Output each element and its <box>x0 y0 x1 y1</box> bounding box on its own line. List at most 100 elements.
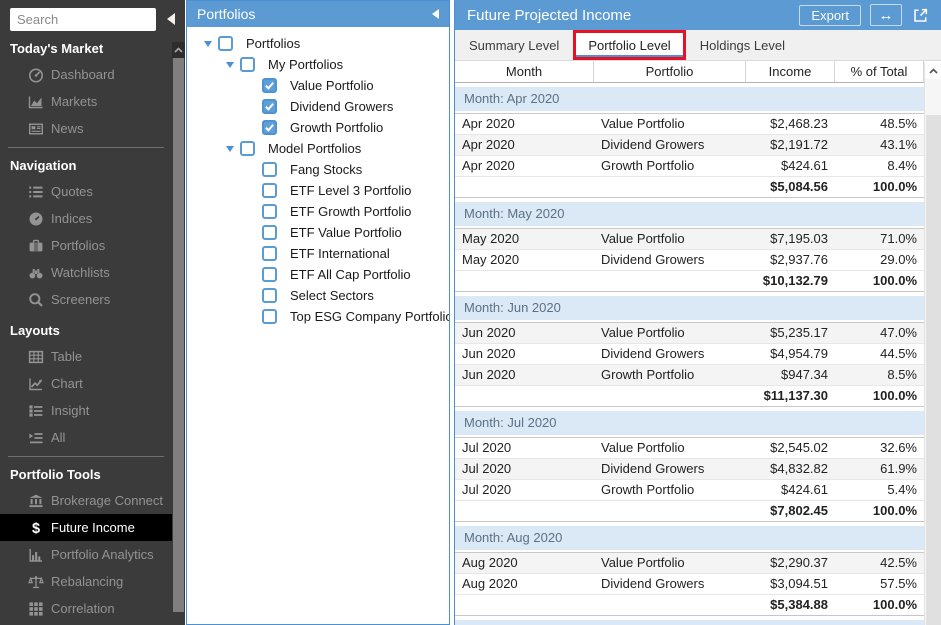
table-row[interactable]: Jun 2020 Dividend Growers $4,954.79 44.5% <box>455 344 924 365</box>
tree-item-growth-portfolio[interactable]: Growth Portfolio <box>187 117 449 138</box>
scrollbar-thumb[interactable] <box>173 58 184 612</box>
tree-item-etf-level-3-portfolio[interactable]: ETF Level 3 Portfolio <box>187 180 449 201</box>
checkbox-unchecked[interactable] <box>262 267 277 282</box>
panel-collapse-button[interactable] <box>432 9 439 19</box>
tree-item-etf-value-portfolio[interactable]: ETF Value Portfolio <box>187 222 449 243</box>
checkbox-unchecked[interactable] <box>262 246 277 261</box>
checkbox-unchecked[interactable] <box>262 204 277 219</box>
sidebar-item-table[interactable]: Table <box>0 343 172 370</box>
sidebar: Today's Market Dashboard Markets News Naviga… <box>0 0 172 625</box>
tree-item-etf-growth-portfolio[interactable]: ETF Growth Portfolio <box>187 201 449 222</box>
checkbox-checked[interactable] <box>262 78 277 93</box>
column-header-portfolio[interactable]: Portfolio <box>594 61 746 82</box>
cell-total-income: $5,384.88 <box>770 597 828 612</box>
export-button[interactable]: Export <box>799 4 861 26</box>
sidebar-item-label: Indices <box>51 211 93 226</box>
checkbox-checked[interactable] <box>262 99 277 114</box>
resize-button[interactable]: ↔ <box>870 4 902 26</box>
table-scrollbar[interactable] <box>924 62 941 625</box>
scrollbar-thumb[interactable] <box>926 115 941 625</box>
sidebar-item-chart[interactable]: Chart <box>0 370 172 397</box>
sidebar-item-insight[interactable]: Insight <box>0 397 172 424</box>
checkbox-unchecked[interactable] <box>262 183 277 198</box>
tree-item-fang-stocks[interactable]: Fang Stocks <box>187 159 449 180</box>
tab-summary-level[interactable]: Summary Level <box>455 30 573 60</box>
column-header-pct-of-total[interactable]: % of Total <box>835 61 924 82</box>
tree-item-dividend-growers[interactable]: Dividend Growers <box>187 96 449 117</box>
table-row[interactable]: Apr 2020 Value Portfolio $2,468.23 48.5% <box>455 114 924 135</box>
sidebar-item-label: Watchlists <box>51 265 110 280</box>
table-row[interactable]: Jul 2020 Growth Portfolio $424.61 5.4% <box>455 480 924 501</box>
expander-down-icon[interactable] <box>197 40 218 47</box>
table-row[interactable]: Aug 2020 Value Portfolio $2,290.37 42.5% <box>455 553 924 574</box>
sidebar-item-correlation[interactable]: Correlation <box>0 595 172 622</box>
sidebar-item-news[interactable]: News <box>0 115 172 142</box>
search-input[interactable] <box>10 8 156 31</box>
tree-item-my-portfolios[interactable]: My Portfolios <box>187 54 449 75</box>
table-row[interactable]: Apr 2020 Growth Portfolio $424.61 8.4% <box>455 156 924 177</box>
tree-item-top-esg-company-portfolio[interactable]: Top ESG Company Portfolio <box>187 306 449 327</box>
sidebar-item-label: All <box>51 430 66 445</box>
group-total-row: $5,384.88 100.0% <box>455 595 924 616</box>
sidebar-scrollbar[interactable] <box>172 0 185 625</box>
table-row[interactable]: Jun 2020 Growth Portfolio $947.34 8.5% <box>455 365 924 386</box>
checkbox-unchecked[interactable] <box>262 225 277 240</box>
cell-total-income: $10,132.79 <box>762 273 828 288</box>
cell-month: Apr 2020 <box>462 116 515 131</box>
tree-item-select-sectors[interactable]: Select Sectors <box>187 285 449 306</box>
sidebar-item-screeners[interactable]: Screeners <box>0 286 172 313</box>
sidebar-collapse-button[interactable] <box>165 12 177 26</box>
tree-item-portfolios[interactable]: Portfolios <box>187 33 449 54</box>
sidebar-item-portfolios[interactable]: Portfolios <box>0 232 172 259</box>
popout-button[interactable] <box>912 7 929 24</box>
table-row[interactable]: Jul 2020 Dividend Growers $4,832.82 61.9% <box>455 459 924 480</box>
sidebar-item-markets[interactable]: Markets <box>0 88 172 115</box>
sidebar-item-future-income[interactable]: $ Future Income <box>0 514 172 541</box>
tree-item-value-portfolio[interactable]: Value Portfolio <box>187 75 449 96</box>
sidebar-item-brokerage-connect[interactable]: Brokerage Connect <box>0 487 172 514</box>
table-row[interactable]: Apr 2020 Dividend Growers $2,191.72 43.1% <box>455 135 924 156</box>
scroll-up-button[interactable] <box>925 62 941 79</box>
checkbox-unchecked[interactable] <box>262 309 277 324</box>
magnifier-icon <box>27 291 44 308</box>
table-row[interactable]: May 2020 Value Portfolio $7,195.03 71.0% <box>455 229 924 250</box>
sidebar-item-dashboard[interactable]: Dashboard <box>0 61 172 88</box>
tree-item-etf-all-cap-portfolio[interactable]: ETF All Cap Portfolio <box>187 264 449 285</box>
sidebar-item-watchlists[interactable]: Watchlists <box>0 259 172 286</box>
sidebar-item-quotes[interactable]: Quotes <box>0 178 172 205</box>
sidebar-item-portfolio-analytics[interactable]: Portfolio Analytics <box>0 541 172 568</box>
sidebar-item-indices[interactable]: Indices <box>0 205 172 232</box>
group-rows: May 2020 Value Portfolio $7,195.03 71.0% May… <box>455 228 924 292</box>
table-row[interactable]: May 2020 Dividend Growers $2,937.76 29.0% <box>455 250 924 271</box>
scroll-up-button[interactable] <box>172 42 185 58</box>
sidebar-sections: Today's Market Dashboard Markets News Naviga… <box>0 41 172 622</box>
tab-portfolio-level[interactable]: Portfolio Level <box>573 30 686 60</box>
column-header-income[interactable]: Income <box>746 61 835 82</box>
cell-pct-of-total: 43.1% <box>880 137 917 152</box>
checkbox-unchecked[interactable] <box>262 162 277 177</box>
checkbox-unchecked[interactable] <box>240 57 255 72</box>
checkbox-unchecked[interactable] <box>262 288 277 303</box>
tab-bar: Summary Level Portfolio Level Holdings L… <box>455 30 941 61</box>
expander-down-icon[interactable] <box>219 145 240 152</box>
checkbox-unchecked[interactable] <box>240 141 255 156</box>
table-row[interactable]: Aug 2020 Dividend Growers $3,094.51 57.5% <box>455 574 924 595</box>
table-row[interactable]: Jun 2020 Value Portfolio $5,235.17 47.0% <box>455 323 924 344</box>
sidebar-item-all[interactable]: All <box>0 424 172 451</box>
cell-empty <box>455 386 594 406</box>
expander-down-icon[interactable] <box>219 61 240 68</box>
binoculars-icon <box>27 264 44 281</box>
tree-item-model-portfolios[interactable]: Model Portfolios <box>187 138 449 159</box>
checkbox-unchecked[interactable] <box>218 36 233 51</box>
tree-item-etf-international[interactable]: ETF International <box>187 243 449 264</box>
checkbox-checked[interactable] <box>262 120 277 135</box>
table-row[interactable]: Jul 2020 Value Portfolio $2,545.02 32.6% <box>455 438 924 459</box>
tab-holdings-level[interactable]: Holdings Level <box>686 30 799 60</box>
sidebar-item-rebalancing[interactable]: Rebalancing <box>0 568 172 595</box>
section-divider <box>8 147 164 148</box>
cell-pct-of-total: 47.0% <box>880 325 917 340</box>
column-header-month[interactable]: Month <box>455 61 594 82</box>
sidebar-item-label: Chart <box>51 376 83 391</box>
tree-item-label: Portfolios <box>246 36 301 51</box>
cell-month: Jul 2020 <box>462 482 512 497</box>
